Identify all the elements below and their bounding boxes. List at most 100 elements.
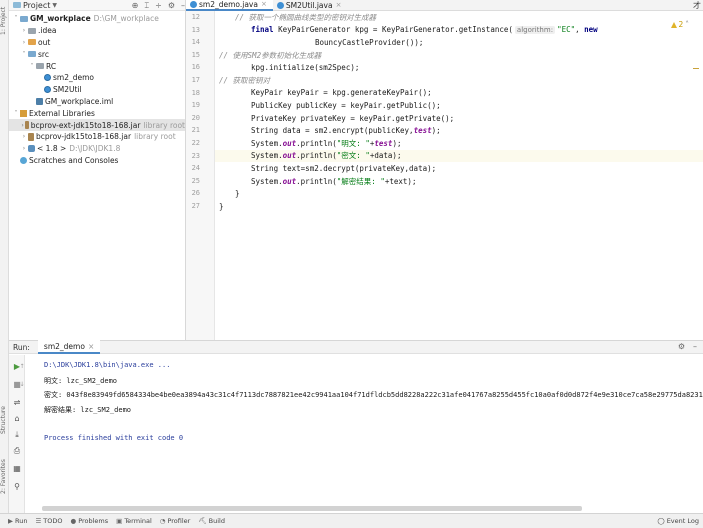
hide-panel-icon[interactable]: – [693, 342, 697, 351]
statusbar-profiler-button[interactable]: ◔ Profiler [160, 517, 191, 525]
event-log-button[interactable]: ◯ Event Log [657, 517, 699, 525]
print-icon[interactable]: ⎙ [11, 445, 23, 457]
tree-item[interactable]: › out [9, 37, 185, 49]
editor-tab[interactable]: sm2_demo.java × [186, 0, 273, 11]
chevron-right-icon[interactable]: › [20, 145, 28, 152]
line-number: 17 [191, 76, 200, 84]
code-token: new [584, 25, 598, 35]
console-line: 密文: 043f8e83949fd6584334be4be0ea3894a43c… [44, 391, 703, 399]
favorites-tool-button[interactable]: 2: Favorites [0, 456, 9, 498]
scroll-marker[interactable] [693, 68, 699, 69]
chevron-down-icon[interactable]: ▼ [52, 2, 57, 9]
code-line: PublicKey publicKey = keyPair.getPublic(… [219, 99, 441, 112]
project-view-selector[interactable]: Project [23, 1, 50, 10]
tree-item[interactable]: › bcprov-jdk15to18-168.jar library root [9, 131, 185, 143]
tree-item[interactable]: › < 1.8 > D:\JDK\JDK1.8 [9, 143, 185, 155]
project-folder-icon [13, 2, 21, 8]
pin-icon[interactable]: ⚲ [11, 481, 23, 493]
collapse-all-icon[interactable]: ⌶ [144, 1, 149, 11]
tree-item[interactable]: ˅ src [9, 48, 185, 60]
statusbar-problems-button[interactable]: ● Problems [71, 517, 109, 525]
tree-item-path: library root [143, 120, 185, 130]
warning-indicator[interactable]: 2 ˄ [671, 20, 689, 29]
editor-tab[interactable]: SM2Util.java × [273, 0, 348, 11]
class-icon [44, 86, 51, 94]
tree-item-path: D:\GM_workplace [93, 14, 159, 24]
console-line: 明文: lzc_SM2_demo [44, 376, 118, 385]
code-token: out [282, 176, 297, 186]
jar-icon [28, 132, 34, 141]
close-icon[interactable]: × [88, 342, 94, 351]
console-line: 解密结果: lzc_SM2_demo [44, 405, 132, 414]
locate-icon[interactable]: ⊕ [132, 1, 139, 10]
scroll-to-end-icon[interactable]: ⤓ [11, 429, 23, 441]
soft-wrap-icon[interactable]: ⇌ [11, 397, 23, 409]
run-label: Run: [13, 342, 30, 352]
gear-icon[interactable]: ⚙ [678, 342, 685, 351]
tree-item[interactable]: › .idea [9, 25, 185, 37]
chevron-right-icon[interactable]: › [20, 133, 28, 140]
chevron-down-icon[interactable]: ˅ [12, 110, 20, 117]
run-panel-header: Run: sm2_demo × ⚙ – [9, 340, 703, 354]
statusbar-run-button[interactable]: ▶ Run [8, 517, 27, 525]
hide-panel-icon[interactable]: – [181, 1, 185, 10]
tree-item-label: sm2_demo [53, 73, 95, 83]
line-gutter [186, 11, 215, 340]
tree-item[interactable]: Scratches and Consoles [9, 155, 185, 167]
code-token: String text=sm2.decrypt(privateKey,data)… [251, 163, 437, 173]
chevron-down-icon[interactable]: ˅ [12, 15, 20, 22]
up-arrow-icon[interactable]: ↑ [19, 361, 25, 373]
tree-item[interactable]: ˅ RC [9, 60, 185, 72]
code-token: System. [251, 151, 283, 161]
editor-tab-label: SM2Util.java [285, 0, 333, 10]
class-icon [276, 1, 284, 9]
code-token: final [251, 25, 279, 35]
code-token: String data = sm2.encrypt(publicKey, [251, 126, 414, 136]
code-line: System. out .println("解密结果: " +text); [219, 175, 416, 188]
run-tab[interactable]: sm2_demo × [37, 340, 101, 354]
console-line: Process finished with exit code 0 [44, 433, 184, 442]
statusbar-todo-button[interactable]: ☰ TODO [35, 517, 62, 525]
horizontal-scrollbar[interactable] [42, 506, 582, 511]
chevron-down-icon[interactable]: ˅ [20, 51, 28, 58]
chevron-up-icon[interactable]: ˄ [685, 20, 689, 29]
tree-item[interactable]: › bcprov-ext-jdk15to18-168.jar library roo… [9, 119, 185, 131]
project-panel: Project ▼ ⊕ ⌶ ÷ ⚙ – ˅ GM_workplace D:\GM_w… [9, 0, 186, 340]
code-token: ); [431, 126, 441, 136]
line-number: 22 [191, 139, 200, 147]
gear-icon[interactable]: ⚙ [168, 1, 175, 10]
tree-item[interactable]: ˅ GM_workplace D:\GM_workplace [9, 13, 185, 25]
down-arrow-icon[interactable]: ↓ [19, 379, 25, 391]
folder-icon [28, 51, 36, 58]
console-output[interactable]: D:\JDK\JDK1.8\bin\java.exe ... 明文: lzc_SM… [26, 355, 703, 513]
code-editor[interactable]: 2 ˄ 12 // 获取一个椭圆曲线类型的密钥对生成器 13 final KeyPair… [186, 11, 703, 340]
code-token: // 获取密钥对 [219, 75, 271, 85]
structure-tool-button[interactable]: Structure [0, 400, 9, 440]
layout-icon[interactable]: ▦ [11, 463, 23, 475]
tree-item-label: Scratches and Consoles [29, 155, 119, 165]
project-tool-button[interactable]: 1: Project [0, 3, 9, 39]
tree-item-label: GM_workplace.iml [45, 96, 114, 106]
line-number: 13 [191, 25, 200, 34]
class-icon [44, 74, 51, 82]
tree-item[interactable]: GM_workplace.iml [9, 96, 185, 108]
tree-item[interactable]: sm2_demo [9, 72, 185, 84]
chevron-down-icon[interactable]: ˅ [28, 63, 36, 70]
close-icon[interactable]: × [261, 0, 267, 8]
folder-icon [20, 15, 28, 22]
code-token: , [575, 25, 585, 35]
event-log-icon: ◯ [657, 517, 667, 525]
chevron-right-icon[interactable]: › [20, 39, 28, 46]
warning-icon [671, 22, 678, 28]
code-line: PrivateKey privateKey = keyPair.getPriva… [219, 112, 454, 125]
tree-item[interactable]: ˅ External Libraries [9, 107, 185, 119]
editor-tab-label: sm2_demo.java [199, 0, 258, 9]
statusbar-terminal-button[interactable]: ▣ Terminal [116, 517, 152, 525]
tree-item[interactable]: SM2Util [9, 84, 185, 96]
camera-icon[interactable]: ⌂ [11, 413, 23, 425]
close-icon[interactable]: × [336, 1, 342, 9]
expand-all-icon[interactable]: ÷ [155, 1, 162, 10]
chevron-right-icon[interactable]: › [20, 27, 28, 34]
statusbar-build-button[interactable]: ⛏ Build [198, 517, 225, 525]
line-number: 19 [191, 101, 200, 110]
